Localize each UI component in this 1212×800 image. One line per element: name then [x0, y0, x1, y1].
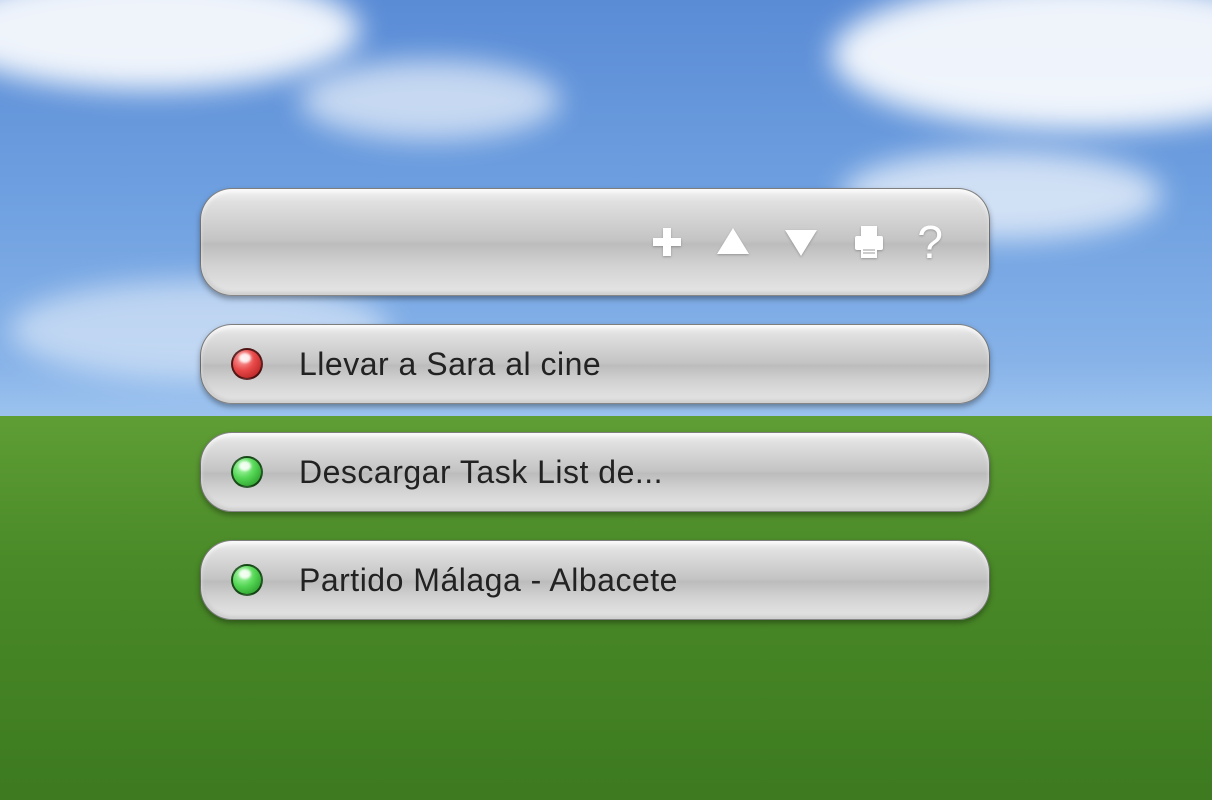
task-label: Descargar Task List de... — [299, 454, 663, 491]
task-list-widget: ? Llevar a Sara al cine Descargar Task L… — [200, 188, 990, 620]
task-label: Partido Málaga - Albacete — [299, 562, 678, 599]
status-dot-red — [231, 348, 263, 380]
status-dot-green — [231, 564, 263, 596]
status-dot-green — [231, 456, 263, 488]
triangle-down-icon[interactable] — [781, 224, 821, 260]
cloud-decoration — [300, 60, 560, 140]
task-row[interactable]: Llevar a Sara al cine — [200, 324, 990, 404]
print-icon[interactable] — [849, 222, 889, 262]
task-row[interactable]: Partido Málaga - Albacete — [200, 540, 990, 620]
triangle-up-icon[interactable] — [713, 224, 753, 260]
help-icon[interactable]: ? — [917, 219, 943, 265]
add-icon[interactable] — [649, 224, 685, 260]
task-label: Llevar a Sara al cine — [299, 346, 601, 383]
cloud-decoration — [832, 0, 1212, 130]
toolbar: ? — [200, 188, 990, 296]
cloud-decoration — [0, 0, 360, 90]
task-row[interactable]: Descargar Task List de... — [200, 432, 990, 512]
